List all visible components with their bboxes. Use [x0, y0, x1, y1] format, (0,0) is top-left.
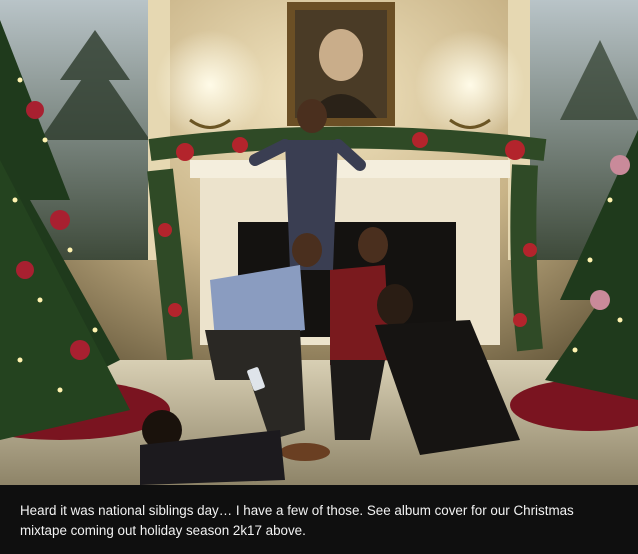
photo-image: [0, 0, 638, 485]
photo-caption: Heard it was national siblings day… I ha…: [20, 503, 574, 538]
post-frame: Heard it was national siblings day… I ha…: [0, 0, 638, 554]
caption-bar: Heard it was national siblings day… I ha…: [0, 485, 638, 554]
